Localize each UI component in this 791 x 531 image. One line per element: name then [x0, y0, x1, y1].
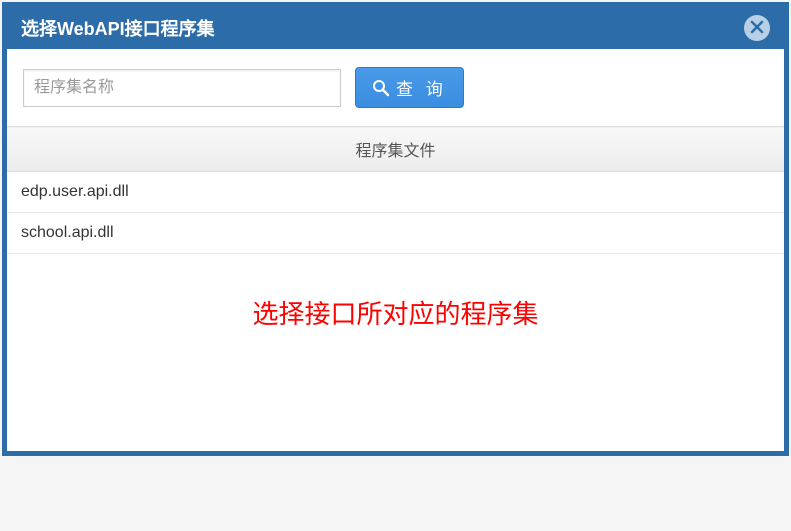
table-row[interactable]: edp.user.api.dll [7, 172, 784, 213]
search-icon [372, 79, 390, 97]
search-bar: 查 询 [7, 49, 784, 126]
table-header-file: 程序集文件 [7, 127, 784, 172]
assembly-name-input[interactable] [23, 69, 341, 107]
table-cell-file: edp.user.api.dll [7, 172, 784, 213]
close-icon [750, 18, 764, 39]
table-row[interactable]: school.api.dll [7, 213, 784, 254]
search-button[interactable]: 查 询 [355, 67, 464, 108]
dialog-body: 查 询 程序集文件 edp.user.api.dll school.api.dl… [7, 49, 784, 451]
annotation-text: 选择接口所对应的程序集 [7, 254, 784, 451]
close-button[interactable] [744, 15, 770, 41]
assembly-table: 程序集文件 edp.user.api.dll school.api.dll [7, 126, 784, 254]
table-cell-file: school.api.dll [7, 213, 784, 254]
dialog-title: 选择WebAPI接口程序集 [21, 15, 215, 41]
search-button-label: 查 询 [396, 75, 447, 100]
dialog-header: 选择WebAPI接口程序集 [7, 7, 784, 49]
dialog-container: 选择WebAPI接口程序集 查 询 [2, 2, 789, 456]
